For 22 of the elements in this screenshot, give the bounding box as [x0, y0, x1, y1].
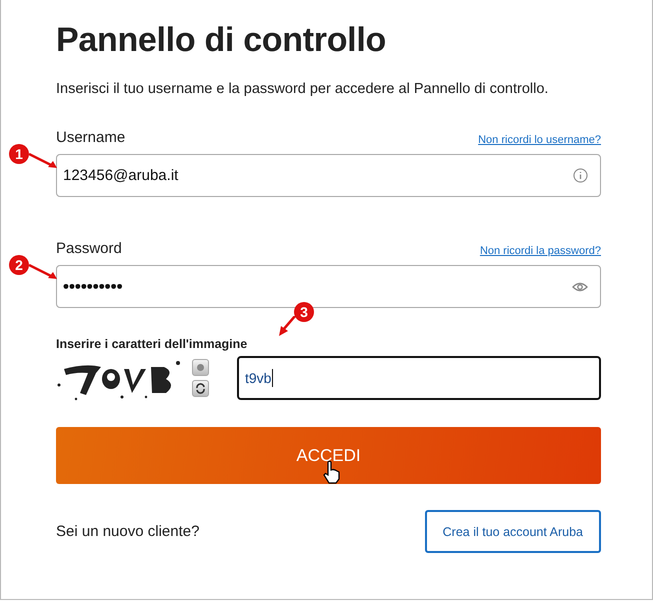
- create-account-button[interactable]: Crea il tuo account Aruba: [424, 510, 601, 553]
- callout-badge: 1: [9, 144, 29, 164]
- callout-badge: 2: [9, 255, 29, 275]
- page-title: Pannello di controllo: [56, 20, 387, 60]
- arrow-icon: [278, 316, 298, 338]
- field-label: Password: [56, 240, 122, 257]
- eye-icon[interactable]: [572, 282, 588, 292]
- recovery-link[interactable]: Non ricordi la password?: [480, 245, 601, 257]
- captcha-input-field[interactable]: t9vb: [237, 356, 601, 400]
- field-label: Username: [56, 129, 126, 146]
- recovery-link[interactable]: Non ricordi lo username?: [478, 134, 601, 146]
- description-text: Inserisci il tuo username e la password per accedere al Pannello di controllo.: [56, 80, 550, 98]
- callout-badge: 3: [294, 302, 314, 322]
- refresh-button[interactable]: [192, 380, 209, 397]
- captcha-label: Inserire i caratteri dell'immagine: [56, 337, 248, 351]
- username-field[interactable]: 123456@aruba.it: [56, 154, 601, 197]
- login-button[interactable]: ACCEDI: [56, 427, 601, 484]
- refresh-icon: [195, 383, 206, 394]
- new-customer-text: Sei un nuovo cliente?: [56, 523, 200, 540]
- hand-cursor-icon: [323, 460, 341, 484]
- password-field[interactable]: ••••••••••: [56, 265, 601, 308]
- info-icon[interactable]: [573, 168, 588, 183]
